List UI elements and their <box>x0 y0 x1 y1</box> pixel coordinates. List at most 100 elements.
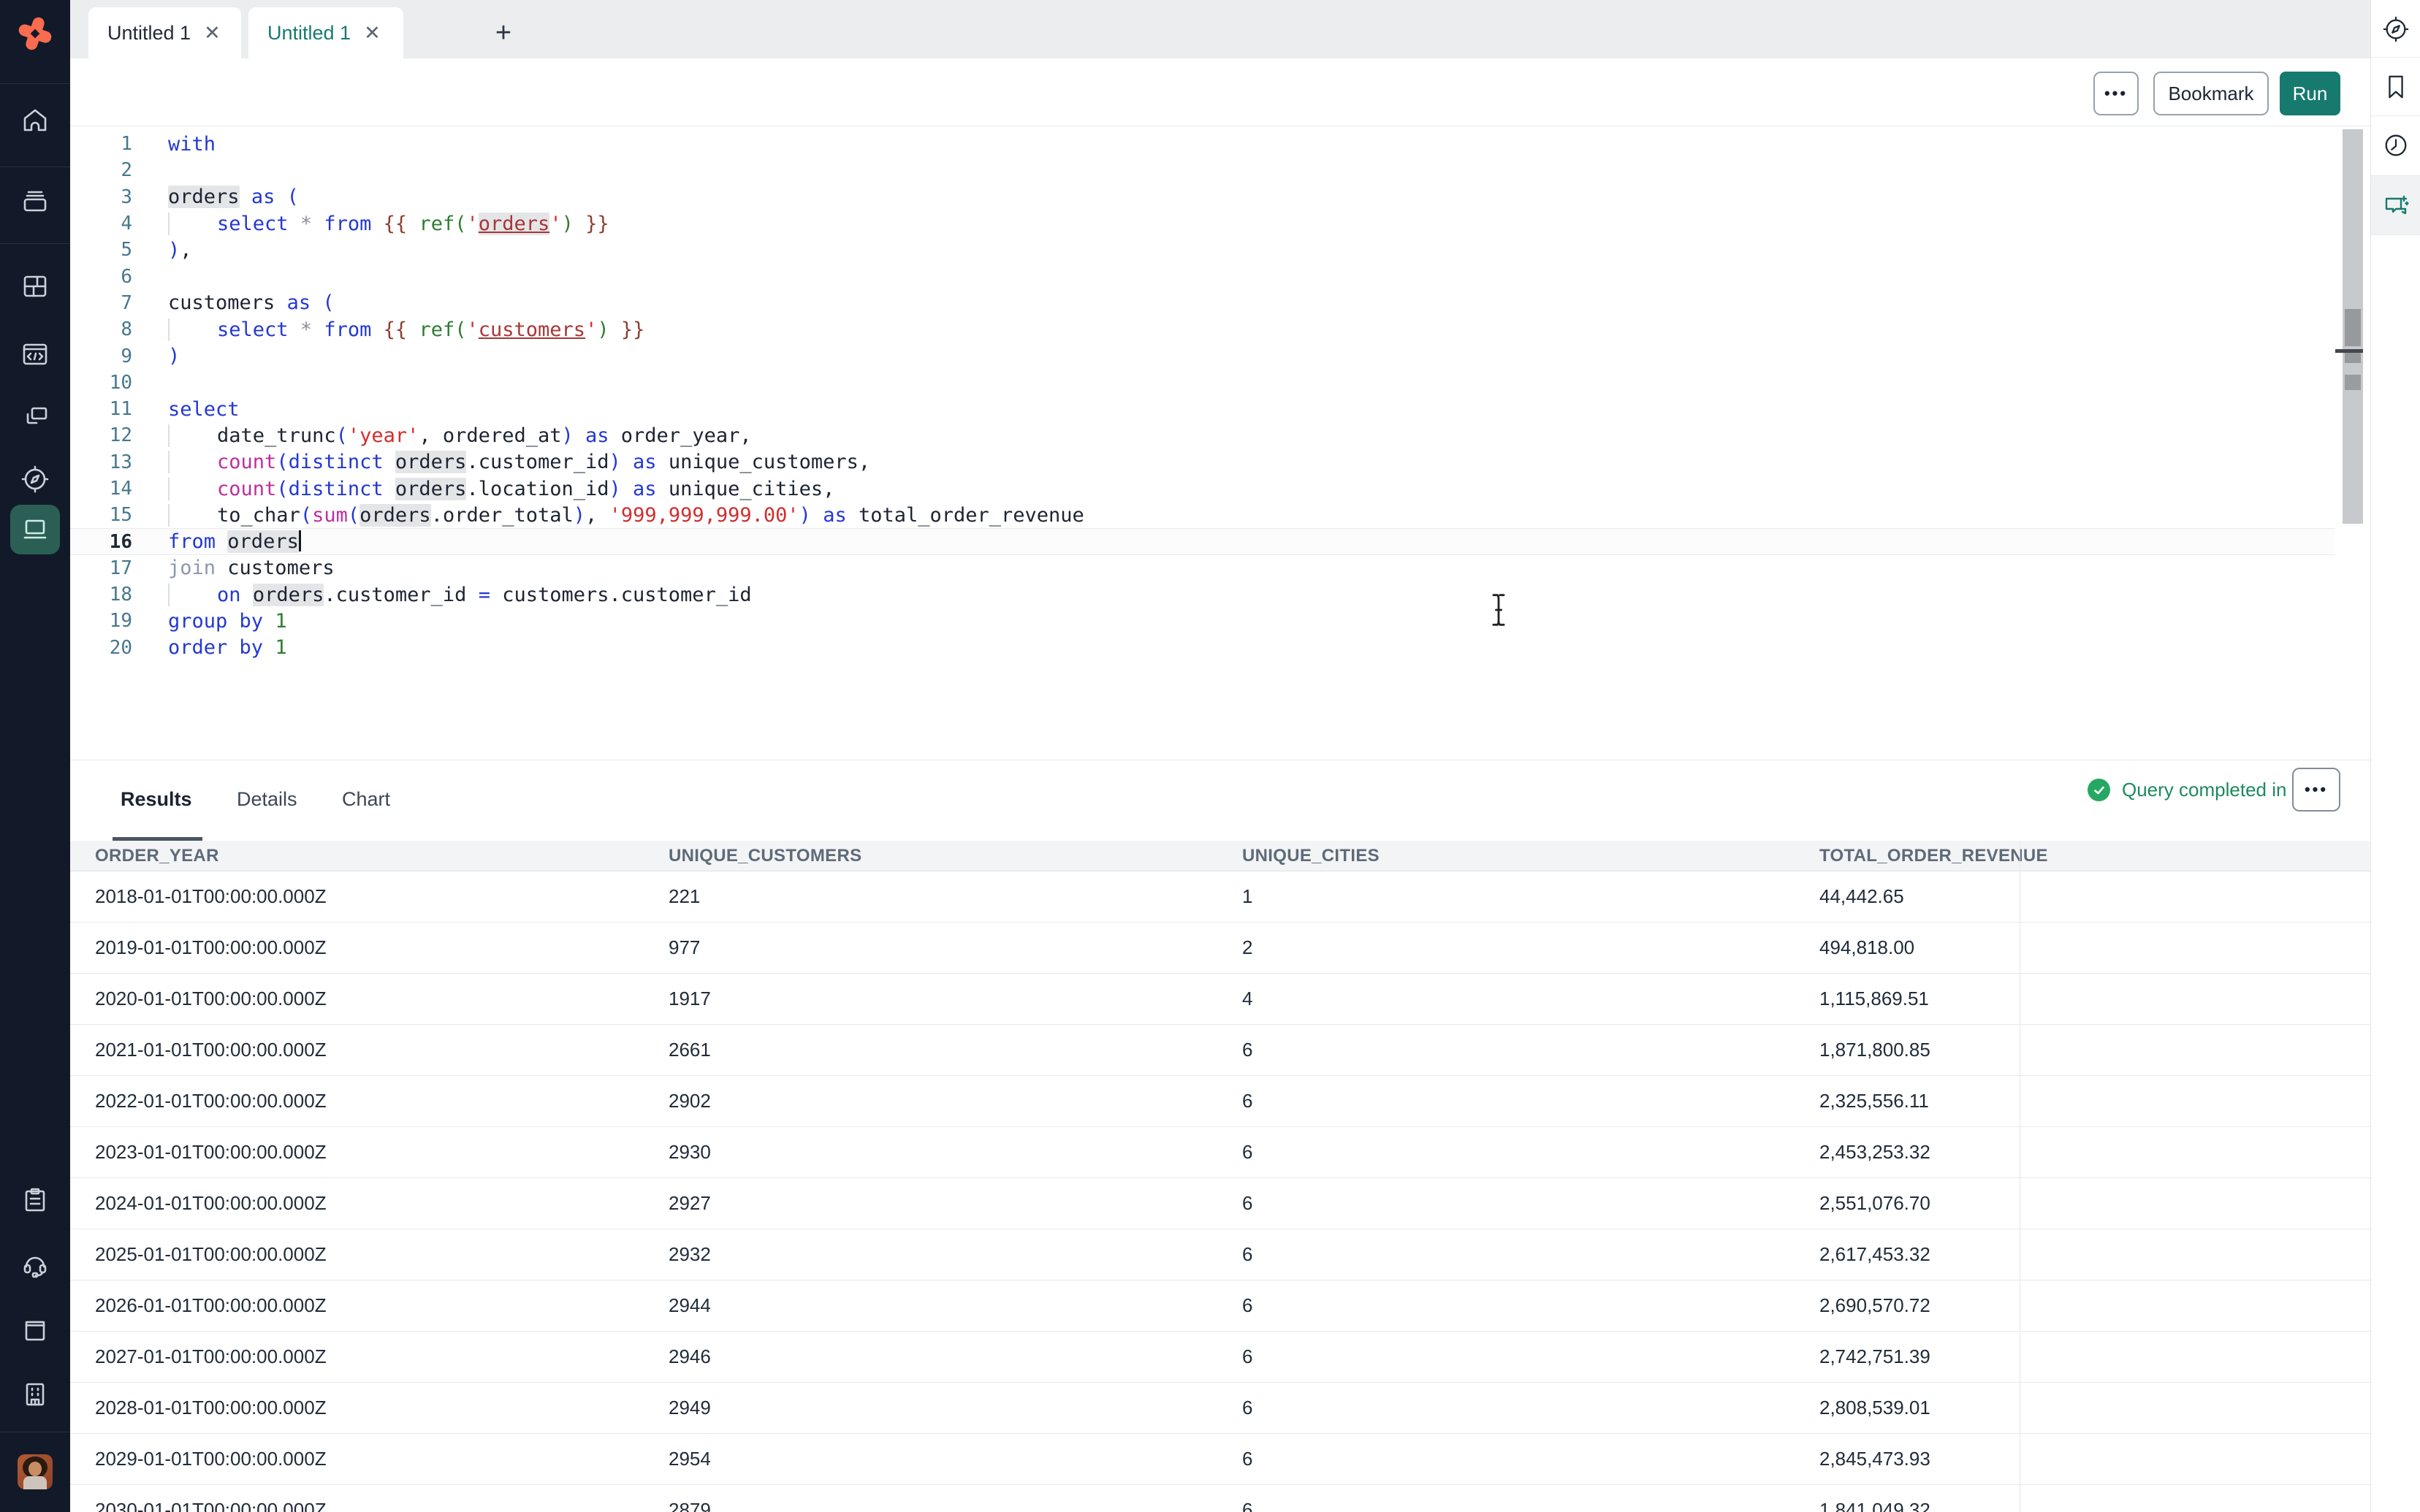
code-token: count <box>217 478 276 500</box>
tab-details[interactable]: Details <box>237 788 297 811</box>
app-logo[interactable] <box>0 3 70 64</box>
code-line[interactable]: 2 <box>70 157 2335 183</box>
table-cell: 6 <box>1217 1090 1795 1112</box>
bookmark-button-label: Bookmark <box>2168 83 2253 105</box>
code-token <box>311 291 322 314</box>
editor-scrollbar-thumb[interactable] <box>2345 353 2361 363</box>
sidebar-item-organization[interactable] <box>0 1364 70 1425</box>
table-row[interactable]: 2021-01-01T00:00:00.000Z266161,871,800.8… <box>70 1025 2370 1076</box>
table-row[interactable]: 2026-01-01T00:00:00.000Z294462,690,570.7… <box>70 1280 2370 1332</box>
table-cell: 2,617,453.32 <box>1795 1243 2370 1266</box>
code-line[interactable]: 3orders as ( <box>70 184 2335 210</box>
code-line[interactable]: 9) <box>70 343 2335 369</box>
column-header[interactable]: ORDER_YEAR <box>70 846 644 866</box>
sidebar-item-windows[interactable] <box>0 386 70 448</box>
code-line[interactable]: 12 date_trunc('year', ordered_at) as ord… <box>70 422 2335 448</box>
code-token <box>263 610 275 633</box>
tab-results[interactable]: Results <box>121 788 192 811</box>
table-row[interactable]: 2019-01-01T00:00:00.000Z9772494,818.00 <box>70 923 2370 974</box>
table-cell: 2,845,473.93 <box>1795 1448 2370 1470</box>
sidebar-item-docs[interactable] <box>0 1299 70 1360</box>
sidebar-item-terminal-active[interactable] <box>10 505 60 554</box>
table-cell: 2026-01-01T00:00:00.000Z <box>70 1294 644 1317</box>
column-header[interactable]: UNIQUE_CUSTOMERS <box>644 846 1217 866</box>
code-line[interactable]: 18 on orders.customer_id = customers.cus… <box>70 581 2335 608</box>
code-line[interactable]: 20order by 1 <box>70 635 2335 661</box>
line-number: 18 <box>70 584 132 606</box>
code-line[interactable]: 19group by 1 <box>70 608 2335 634</box>
table-cell: 2,551,076.70 <box>1795 1192 2370 1215</box>
table-row[interactable]: 2025-01-01T00:00:00.000Z293262,617,453.3… <box>70 1229 2370 1280</box>
code-line[interactable]: 17join customers <box>70 555 2335 581</box>
table-row[interactable]: 2024-01-01T00:00:00.000Z292762,551,076.7… <box>70 1178 2370 1229</box>
table-row[interactable]: 2018-01-01T00:00:00.000Z221144,442.65 <box>70 871 2370 923</box>
tab-untitled-1[interactable]: Untitled 1 ✕ <box>88 7 241 58</box>
sidebar-item-home[interactable] <box>0 90 70 151</box>
code-token: from <box>324 213 371 235</box>
sidebar-item-dashboards[interactable] <box>0 256 70 317</box>
panel-item-explore[interactable] <box>2371 0 2420 58</box>
code-token: select <box>168 398 240 421</box>
table-row[interactable]: 2020-01-01T00:00:00.000Z191741,115,869.5… <box>70 974 2370 1025</box>
code-line[interactable]: 7customers as ( <box>70 290 2335 316</box>
code-line[interactable]: 5), <box>70 237 2335 263</box>
table-row[interactable]: 2029-01-01T00:00:00.000Z295462,845,473.9… <box>70 1434 2370 1485</box>
code-token: ) <box>168 345 180 367</box>
bookmark-button[interactable]: Bookmark <box>2153 72 2269 115</box>
code-line[interactable]: 14 count(distinct orders.location_id) as… <box>70 476 2335 502</box>
sql-editor[interactable]: 1with2 3orders as (4 select * from {{ ref… <box>70 126 2370 760</box>
table-row[interactable]: 2022-01-01T00:00:00.000Z290262,325,556.1… <box>70 1076 2370 1127</box>
panel-item-bookmarks[interactable] <box>2371 58 2420 116</box>
line-number: 11 <box>70 398 132 420</box>
column-header[interactable]: TOTAL_ORDER_REVENUE <box>1795 846 2370 866</box>
tab-untitled-2[interactable]: Untitled 1 ✕ <box>248 7 403 58</box>
code-line[interactable]: 15 to_char(sum(orders.order_total), '999… <box>70 502 2335 528</box>
table-row[interactable]: 2027-01-01T00:00:00.000Z294662,742,751.3… <box>70 1332 2370 1383</box>
code-line[interactable]: 16from orders <box>70 528 2335 554</box>
sidebar-item-explore[interactable] <box>0 448 70 510</box>
code-token: on <box>217 584 241 606</box>
panel-item-ai-chat[interactable] <box>2371 176 2420 234</box>
book-icon <box>20 1315 50 1344</box>
sidebar-item-projects[interactable] <box>0 171 70 232</box>
table-row[interactable]: 2023-01-01T00:00:00.000Z293062,453,253.3… <box>70 1127 2370 1178</box>
code-line[interactable]: 8 select * from {{ ref('customers') }} <box>70 316 2335 343</box>
line-number: 2 <box>70 159 132 181</box>
code-text: join customers <box>132 557 335 579</box>
code-line[interactable]: 11 select <box>70 396 2335 422</box>
code-line[interactable]: 13 count(distinct orders.customer_id) as… <box>70 449 2335 476</box>
code-text: select <box>132 398 240 421</box>
panel-item-history[interactable] <box>2371 116 2420 175</box>
tab-chart[interactable]: Chart <box>342 788 390 811</box>
new-tab-button[interactable]: + <box>484 13 523 53</box>
table-row[interactable]: 2028-01-01T00:00:00.000Z294962,808,539.0… <box>70 1383 2370 1434</box>
close-icon[interactable]: ✕ <box>204 23 221 43</box>
left-sidebar <box>0 0 70 1512</box>
code-token: ( <box>322 291 334 314</box>
close-icon[interactable]: ✕ <box>364 23 381 43</box>
run-button[interactable]: Run <box>2280 72 2340 115</box>
results-more-button[interactable]: ••• <box>2292 768 2340 812</box>
code-token: ( <box>336 424 348 447</box>
tab-label: Untitled 1 <box>107 22 191 45</box>
more-options-button[interactable]: ••• <box>2093 72 2139 115</box>
code-line[interactable]: 1with <box>70 131 2335 157</box>
code-token: .customer_id <box>324 584 466 606</box>
code-line[interactable]: 6 <box>70 263 2335 289</box>
ai-chat-icon <box>2381 191 2411 220</box>
table-row[interactable]: 2030-01-01T00:00:00.000Z287961,841,049.3… <box>70 1485 2370 1512</box>
code-token <box>275 291 286 314</box>
code-line[interactable]: 4 select * from {{ ref('orders') }} <box>70 210 2335 237</box>
code-token: ref <box>419 213 454 235</box>
code-token <box>466 584 478 606</box>
sidebar-item-code[interactable] <box>0 324 70 385</box>
user-avatar[interactable] <box>18 1454 53 1489</box>
editor-scrollbar-thumb[interactable] <box>2345 309 2361 346</box>
code-text: ), <box>132 239 192 261</box>
line-number: 10 <box>70 372 132 394</box>
code-line[interactable]: 10 <box>70 370 2335 396</box>
sidebar-item-clipboard[interactable] <box>0 1169 70 1231</box>
column-header[interactable]: UNIQUE_CITIES <box>1217 846 1795 866</box>
sidebar-item-support[interactable] <box>0 1234 70 1296</box>
code-token <box>168 424 217 447</box>
